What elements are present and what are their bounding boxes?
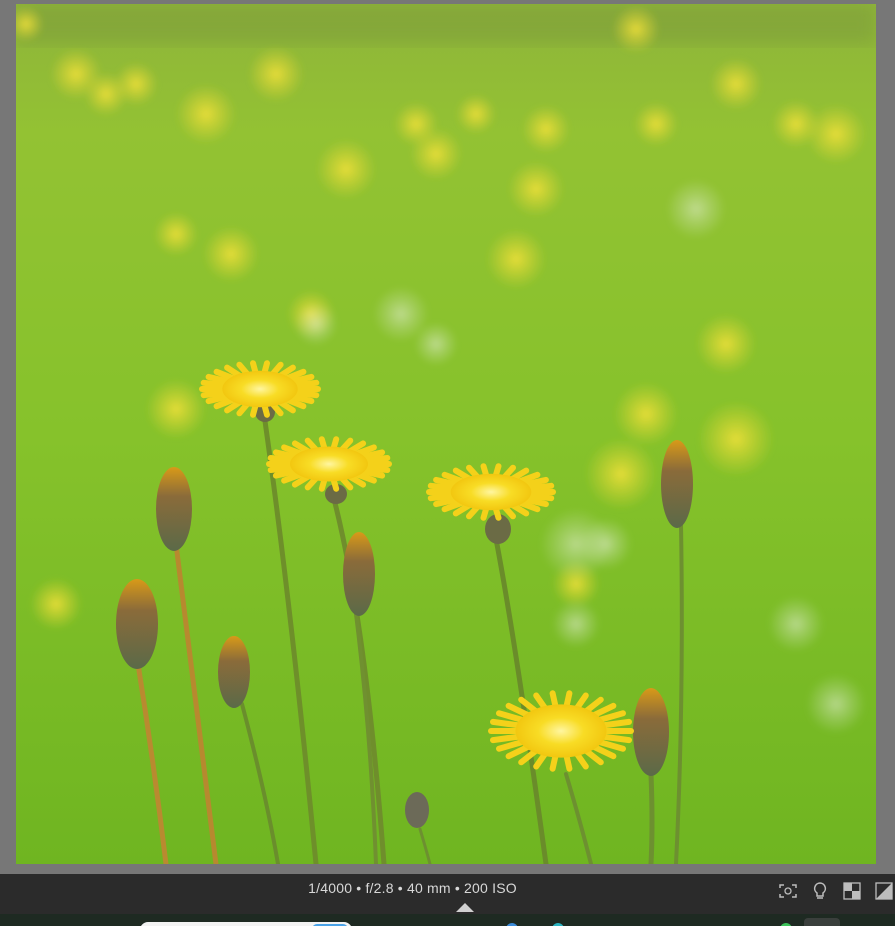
collapse-arrow-icon[interactable] <box>456 903 474 912</box>
bokeh-blob <box>696 314 756 374</box>
bokeh-blob <box>612 5 660 53</box>
exif-text: 1/4000 • f/2.8 • 40 mm • 200 ISO <box>308 880 517 896</box>
bokeh-blob <box>710 58 762 110</box>
bokeh-blob <box>84 72 128 116</box>
bokeh-blob <box>614 382 678 446</box>
exif-info: 1/4000 • f/2.8 • 40 mm • 200 ISO <box>0 880 895 896</box>
checkerboard-icon[interactable] <box>841 880 863 902</box>
app-icon-dark[interactable] <box>804 918 840 926</box>
bokeh-blob <box>698 401 774 477</box>
bokeh-blob <box>456 94 496 134</box>
bokeh-blob <box>508 161 564 217</box>
focus-frame-icon[interactable] <box>777 880 799 902</box>
bokeh-blob <box>146 379 206 439</box>
bokeh-blob <box>486 229 546 289</box>
bokeh-blob-light <box>768 596 824 652</box>
taskbar-search-box[interactable] <box>140 922 352 926</box>
bokeh-blob-light <box>806 674 866 734</box>
bokeh-blob-light <box>294 302 338 346</box>
bokeh-blob-light <box>580 518 632 570</box>
info-bar: 1/4000 • f/2.8 • 40 mm • 200 ISO <box>0 874 895 914</box>
compare-icon[interactable] <box>873 880 895 902</box>
dandelion-flower <box>199 360 321 418</box>
bokeh-blob <box>394 102 438 146</box>
bokeh-blob <box>30 578 82 630</box>
bokeh-blob <box>806 104 866 164</box>
lightbulb-icon[interactable] <box>809 880 831 902</box>
dandelion-flower <box>426 463 556 521</box>
bokeh-blob <box>176 84 236 144</box>
bokeh-blob <box>522 105 570 153</box>
bokeh-blob-light <box>552 600 600 648</box>
bokeh-blob <box>248 46 304 102</box>
bokeh-blob-light <box>666 179 726 239</box>
main-photo[interactable] <box>16 4 876 864</box>
dandelion-flower <box>266 436 392 492</box>
photo-image <box>16 4 876 864</box>
bokeh-blob <box>154 212 198 256</box>
photo-viewer <box>0 0 895 874</box>
bokeh-blob <box>203 226 259 282</box>
dandelion-flower <box>488 690 634 772</box>
taskbar <box>0 914 895 926</box>
bokeh-blob <box>634 102 678 146</box>
bokeh-blob-light <box>414 322 458 366</box>
bokeh-blob <box>316 139 376 199</box>
viewer-toolbar <box>777 879 895 903</box>
bokeh-blob <box>585 438 657 510</box>
